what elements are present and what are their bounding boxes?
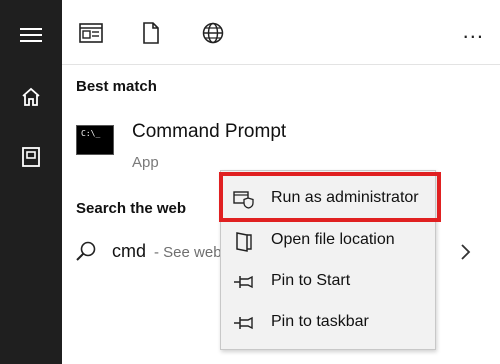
result-app-type: App (132, 154, 159, 171)
menu-item-label: Open file location (271, 231, 395, 248)
web-search-hint: - See web (154, 244, 222, 261)
result-app-name: Command Prompt (132, 121, 287, 142)
apps-icon[interactable] (78, 20, 104, 46)
documents-icon[interactable] (16, 142, 46, 172)
hamburger-menu-icon[interactable] (16, 20, 46, 50)
menu-item-pin-to-start[interactable]: Pin to Start (221, 262, 435, 302)
document-icon[interactable] (138, 20, 164, 46)
command-prompt-icon: C:\_ (76, 125, 114, 155)
menu-item-label: Pin to taskbar (271, 313, 369, 330)
search-icon (74, 240, 98, 264)
chevron-right-icon[interactable] (458, 242, 474, 262)
left-rail (0, 0, 62, 364)
context-menu: Run as administrator Open file location … (220, 170, 436, 350)
pin-icon (233, 272, 255, 292)
menu-item-open-file-location[interactable]: Open file location (221, 221, 435, 261)
menu-item-label: Pin to Start (271, 272, 351, 289)
home-icon[interactable] (16, 82, 46, 112)
toolbar: ... (62, 0, 500, 65)
web-search-query: cmd (112, 241, 147, 261)
pin-icon (233, 313, 255, 333)
shield-run-icon (233, 189, 255, 209)
menu-item-run-as-administrator[interactable]: Run as administrator (221, 179, 435, 219)
menu-item-pin-to-taskbar[interactable]: Pin to taskbar (221, 303, 435, 343)
more-options-button[interactable]: ... (463, 18, 484, 44)
best-match-result[interactable]: C:\_ Command Prompt App (62, 108, 500, 178)
best-match-heading: Best match (76, 78, 157, 95)
menu-item-label: Run as administrator (271, 189, 419, 206)
command-prompt-icon-text: C:\_ (81, 129, 101, 138)
globe-icon[interactable] (200, 20, 226, 46)
folder-icon (233, 231, 255, 252)
search-web-heading: Search the web (76, 200, 187, 217)
